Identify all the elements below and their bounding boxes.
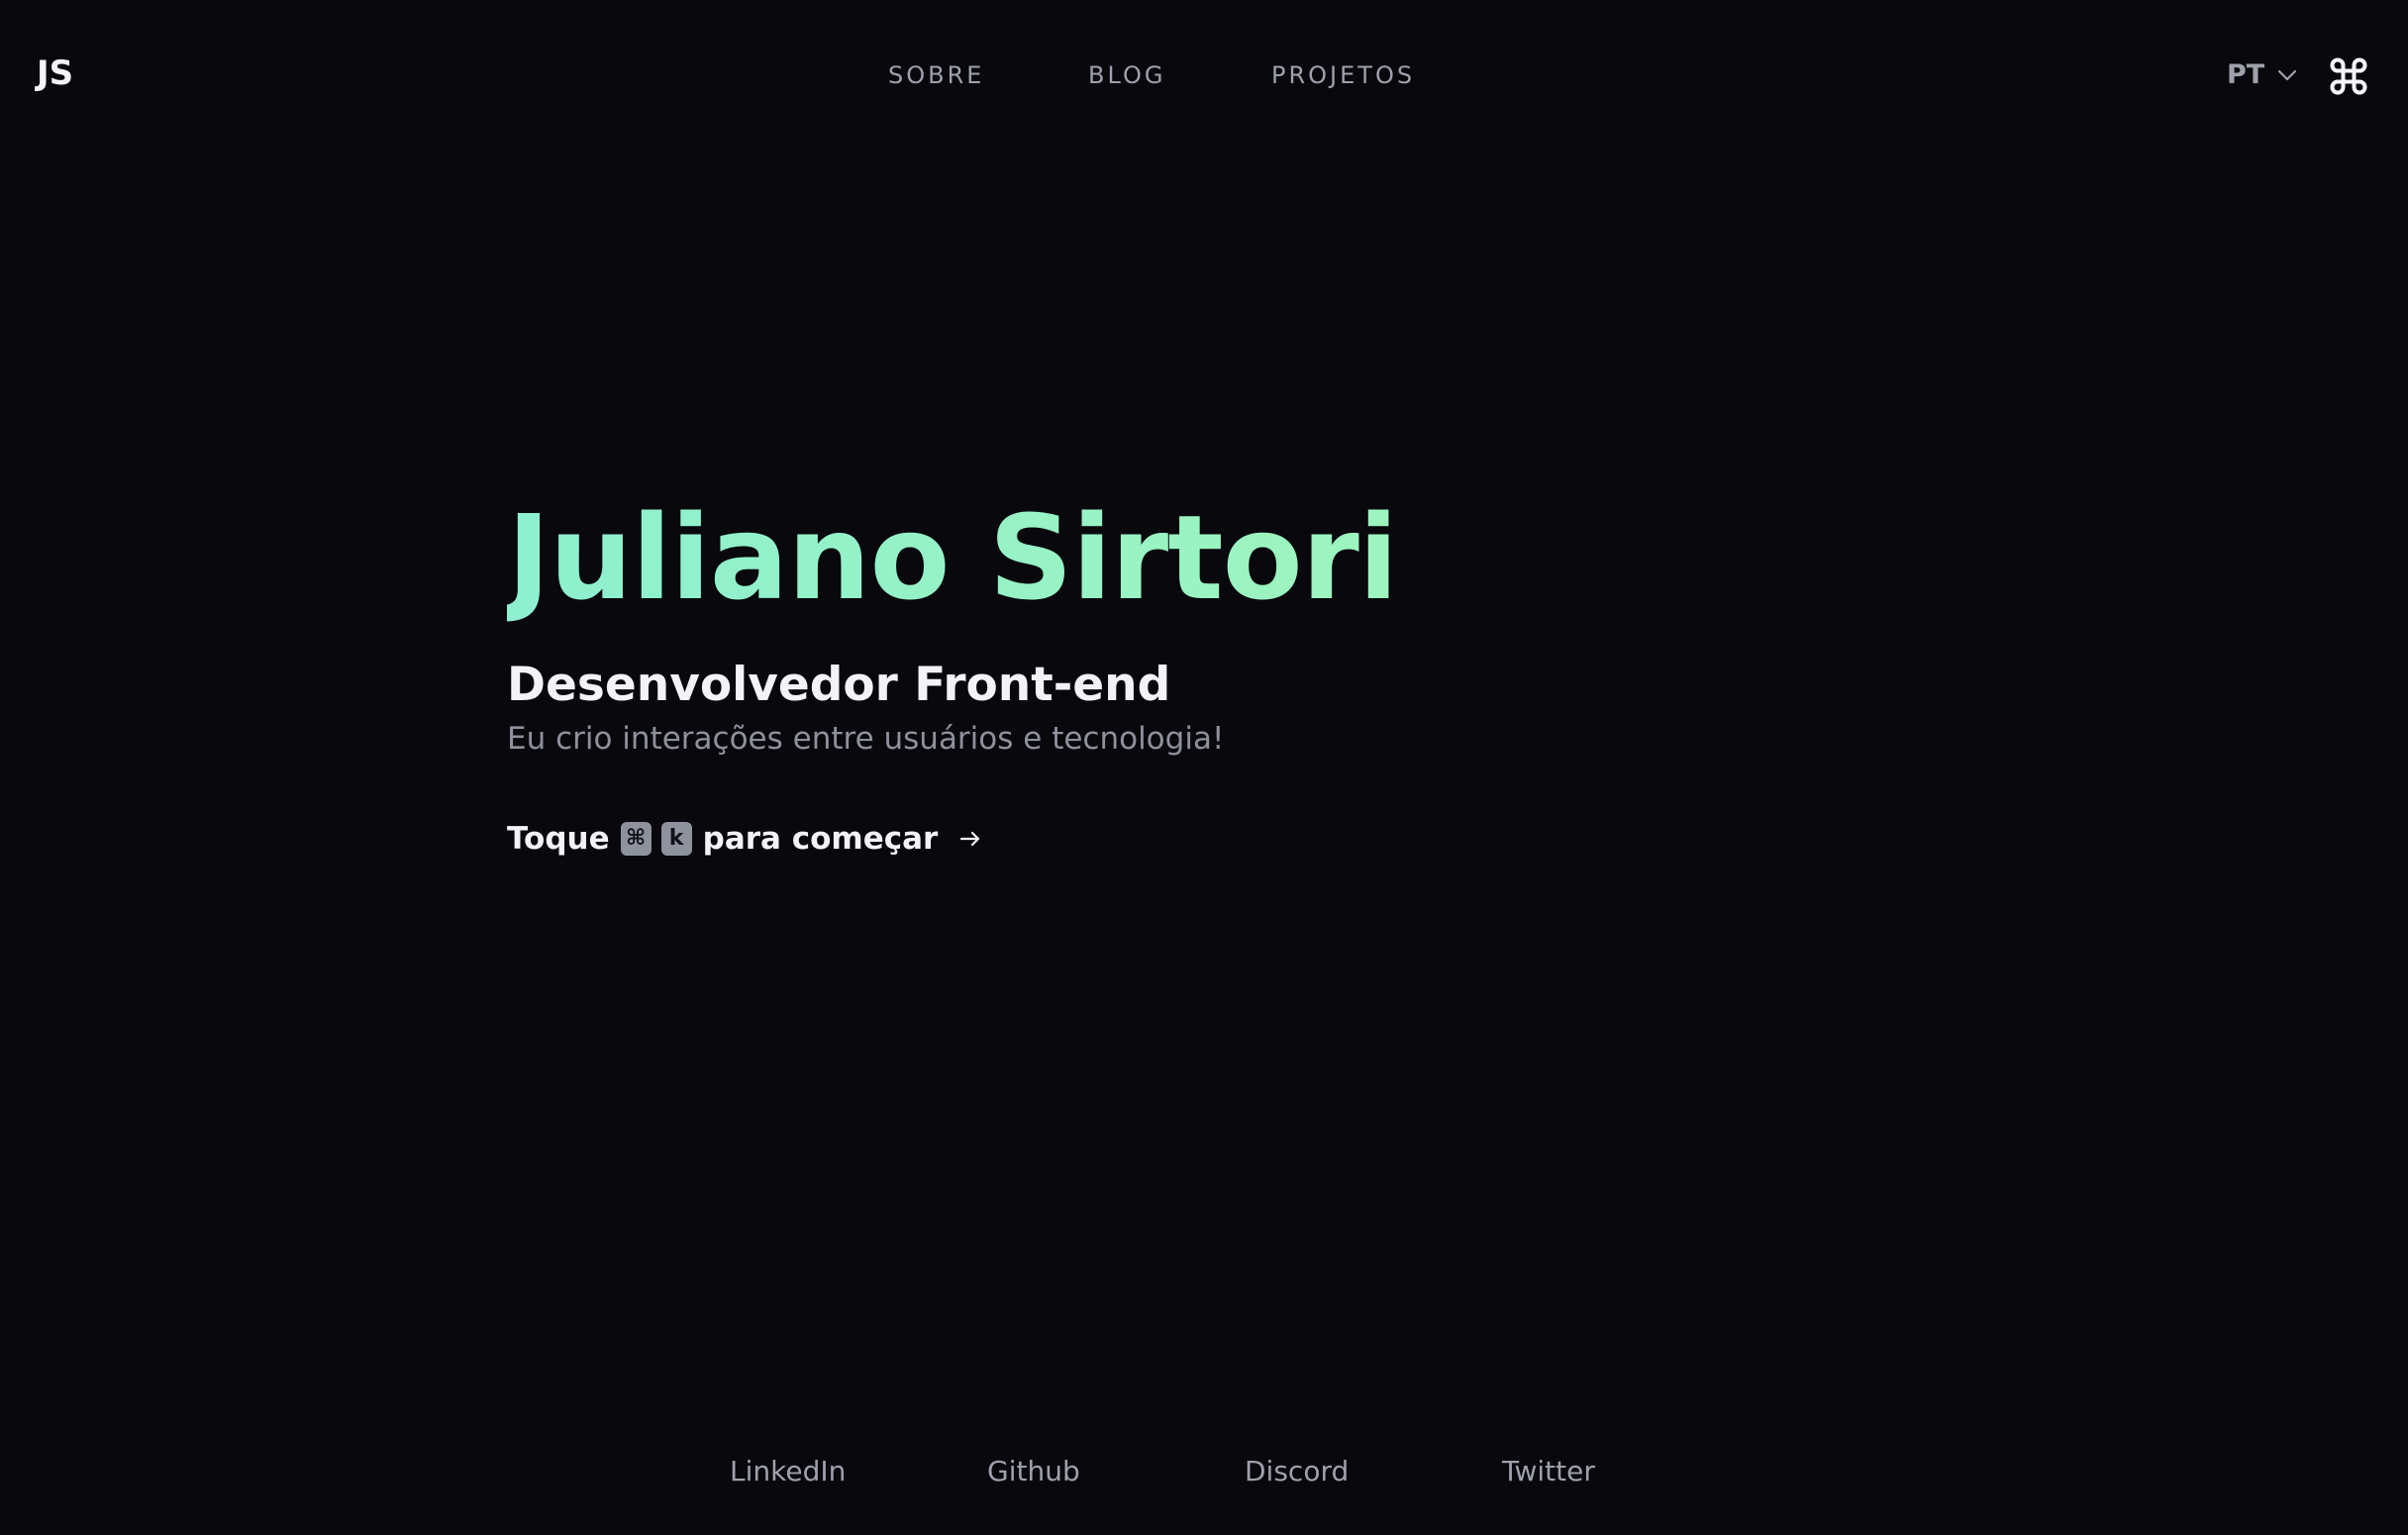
nav-link-projetos[interactable]: PROJETOS	[1271, 57, 1415, 93]
site-footer: LinkedIn Github Discord Twitter	[0, 1452, 2408, 1491]
footer-link-linkedin[interactable]: LinkedIn	[730, 1452, 846, 1491]
command-menu-cta[interactable]: Toque ⌘ k para começar	[507, 818, 1893, 860]
main-nav: SOBRE BLOG PROJETOS	[0, 57, 2408, 93]
footer-link-github[interactable]: Github	[987, 1452, 1080, 1491]
chevron-down-icon	[2276, 64, 2298, 86]
hero-tagline: Eu crio interações entre usuários e tecn…	[507, 721, 1225, 757]
footer-link-discord[interactable]: Discord	[1245, 1452, 1349, 1491]
hero-section: Juliano Sirtori Desenvolvedor Front-end …	[507, 483, 1893, 860]
kbd-k-key: k	[660, 822, 692, 856]
command-menu-button[interactable]	[2327, 54, 2370, 98]
hero-role: Desenvolvedor Front-end	[507, 658, 1171, 712]
language-selector-label: PT	[2227, 59, 2265, 90]
footer-link-twitter[interactable]: Twitter	[1502, 1452, 1595, 1491]
arrow-right-icon	[957, 826, 983, 852]
nav-link-blog[interactable]: BLOG	[1088, 57, 1165, 93]
command-icon	[2327, 57, 2370, 102]
nav-link-sobre[interactable]: SOBRE	[888, 57, 984, 93]
hero-name: Juliano Sirtori	[507, 483, 1893, 632]
cta-suffix: para começar	[702, 821, 939, 857]
cta-prefix: Toque	[507, 821, 610, 857]
language-selector[interactable]: PT	[2227, 55, 2298, 95]
site-header: JS SOBRE BLOG PROJETOS PT	[0, 0, 2408, 149]
kbd-command-key: ⌘	[620, 822, 652, 856]
